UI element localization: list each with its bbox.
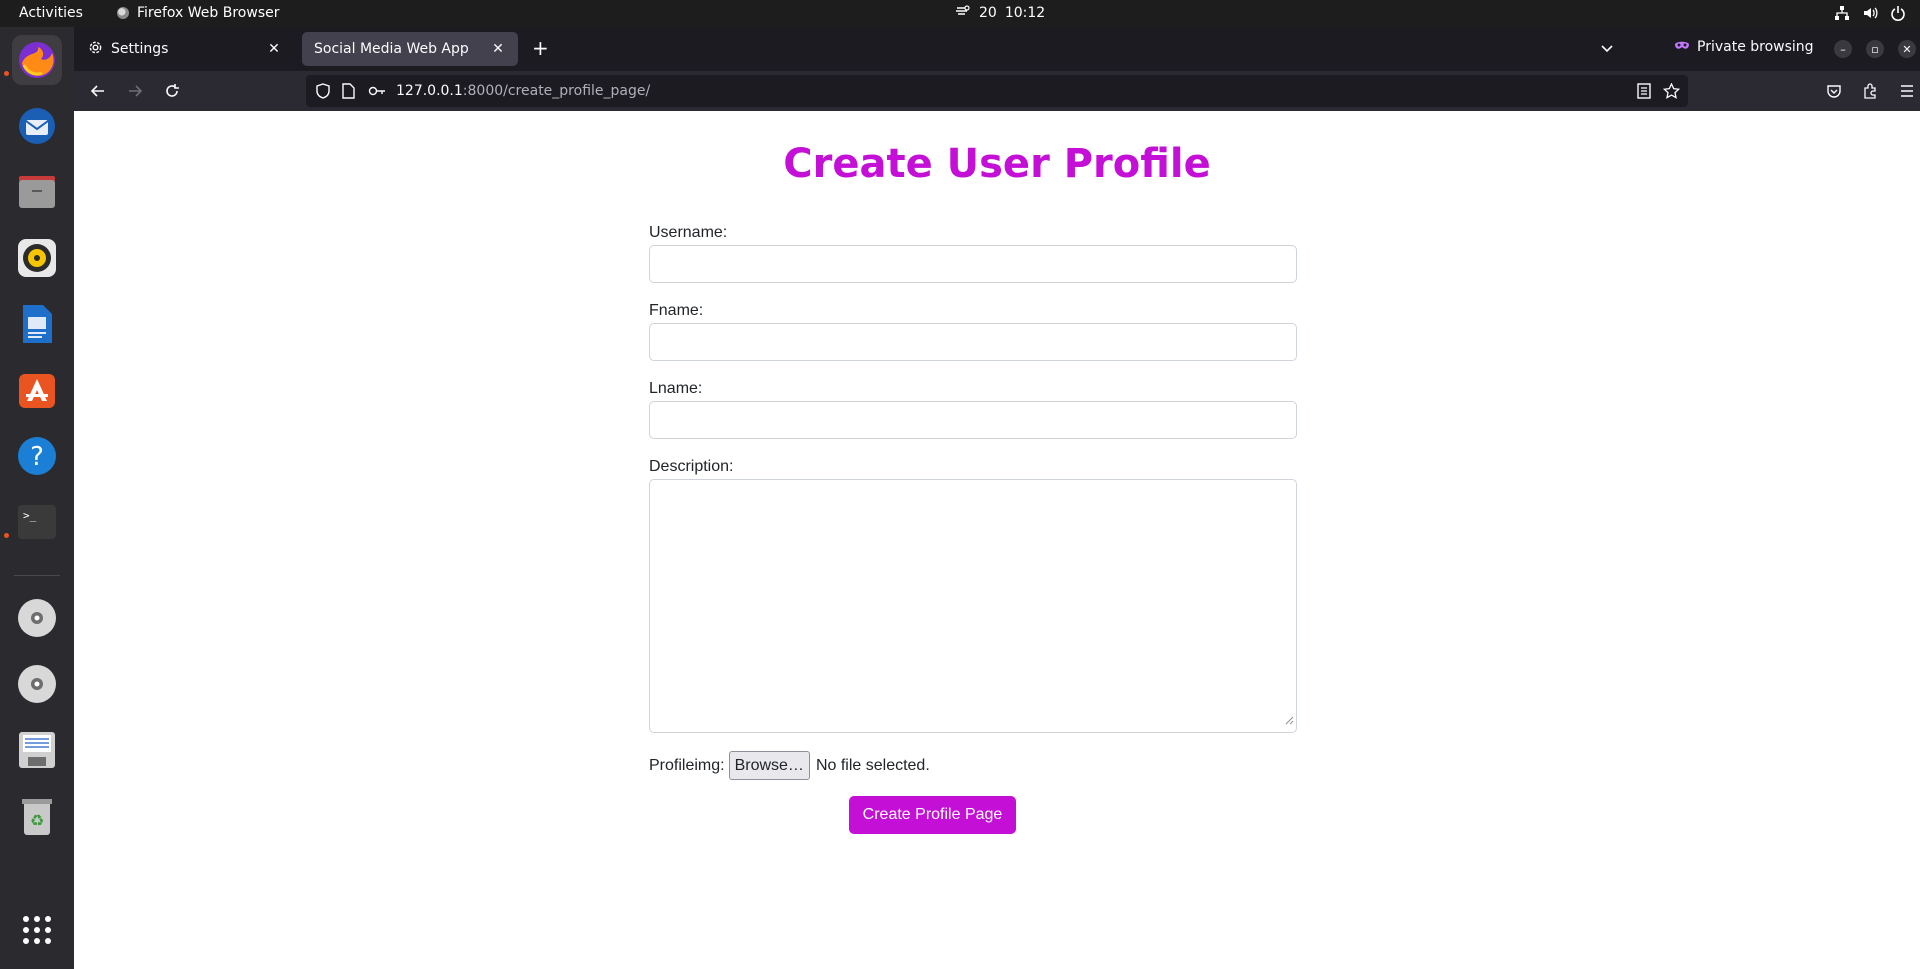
resize-grip-icon[interactable] [1285,712,1294,730]
thunderbird-icon[interactable] [12,101,62,151]
hamburger-menu-icon[interactable] [1896,80,1918,102]
private-browsing-indicator: Private browsing [1674,39,1814,55]
url-path: :8000/create_profile_page/ [462,83,651,99]
save-drive-icon[interactable] [12,725,62,775]
disc-icon[interactable] [12,659,62,709]
files-icon[interactable] [12,167,62,217]
page-content: Create User Profile Username: Fname: Lna… [74,111,1920,969]
profile-image-field: Profileimg: Browse… No file selected. [649,751,930,780]
tab-label: Social Media Web App [314,41,469,57]
no-file-status: No file selected. [815,756,930,774]
gear-icon [88,40,103,59]
lname-label: Lname: [649,380,703,397]
terminal-icon[interactable]: >_ [12,497,62,547]
disc-icon[interactable] [12,593,62,643]
dock: ? >_ ♻ [0,27,74,969]
back-arrow-icon[interactable] [87,80,109,102]
close-tab-icon[interactable]: ✕ [488,41,508,57]
svg-text:?: ? [30,442,44,472]
username-label: Username: [649,224,728,241]
list-all-tabs-icon[interactable] [1600,40,1614,59]
firefox-icon[interactable] [12,35,62,85]
volume-icon[interactable] [1862,5,1878,21]
url-host: 127.0.0.1 [396,83,463,99]
lname-input[interactable] [649,401,1297,439]
svg-text:>_: >_ [23,509,37,522]
reload-icon[interactable] [161,80,183,102]
tab-label: Settings [111,41,169,57]
weather-temp: 20 [979,5,997,21]
app-menu[interactable]: Firefox Web Browser [117,5,280,21]
system-top-bar: Activities Firefox Web Browser 20 10:12 [0,0,1920,27]
power-icon[interactable] [1890,5,1906,21]
app-menu-label: Firefox Web Browser [137,5,280,21]
system-tray[interactable] [1834,5,1906,21]
page-title: Create User Profile [783,141,1211,187]
running-indicator [4,71,9,76]
profileimg-label: Profileimg: [649,756,725,774]
username-input[interactable] [649,245,1297,283]
weather-icon [955,4,971,22]
bookmark-star-icon[interactable] [1662,82,1681,103]
fname-input[interactable] [649,323,1297,361]
create-profile-button[interactable]: Create Profile Page [849,796,1016,834]
close-tab-icon[interactable]: ✕ [264,41,284,57]
url-text[interactable]: 127.0.0.1:8000/create_profile_page/ [396,83,650,99]
writer-icon[interactable] [12,299,62,349]
shield-icon[interactable] [316,83,330,103]
restore-button[interactable]: ▫ [1866,40,1884,58]
tab-bar: Settings ✕ Social Media Web App ✕ + Priv… [74,27,1920,71]
pocket-icon[interactable] [1823,80,1845,102]
private-browsing-label: Private browsing [1697,39,1814,55]
dock-separator [14,575,60,576]
app-center-icon[interactable] [12,365,62,415]
running-indicator [4,533,9,538]
extensions-icon[interactable] [1859,80,1881,102]
browse-file-button[interactable]: Browse… [728,751,810,780]
help-icon[interactable]: ? [12,431,62,481]
private-mask-icon [1674,39,1690,55]
minimize-button[interactable]: – [1834,40,1852,58]
tab-social-media-web-app[interactable]: Social Media Web App ✕ [302,32,518,66]
fname-label: Fname: [649,302,704,319]
key-icon[interactable] [368,83,386,102]
network-icon[interactable] [1834,5,1850,21]
reader-view-icon[interactable] [1637,83,1651,103]
show-apps-icon[interactable] [12,905,62,955]
page-icon[interactable] [342,83,355,103]
new-tab-button[interactable]: + [532,38,549,58]
forward-arrow-icon[interactable] [124,80,146,102]
description-label: Description: [649,458,734,475]
url-bar[interactable]: 127.0.0.1:8000/create_profile_page/ [306,75,1688,107]
activities-button[interactable]: Activities [19,5,83,21]
trash-icon[interactable]: ♻ [12,791,62,841]
navigation-bar: 127.0.0.1:8000/create_profile_page/ [74,71,1920,111]
description-textarea[interactable] [649,479,1297,733]
svg-text:♻: ♻ [30,811,44,830]
close-window-button[interactable]: ✕ [1898,40,1916,58]
firefox-small-icon [117,7,129,19]
clock-time: 10:12 [1004,5,1046,21]
clock[interactable]: 20 10:12 [955,4,1045,22]
tab-settings[interactable]: Settings ✕ [78,32,294,66]
rhythmbox-icon[interactable] [12,233,62,283]
